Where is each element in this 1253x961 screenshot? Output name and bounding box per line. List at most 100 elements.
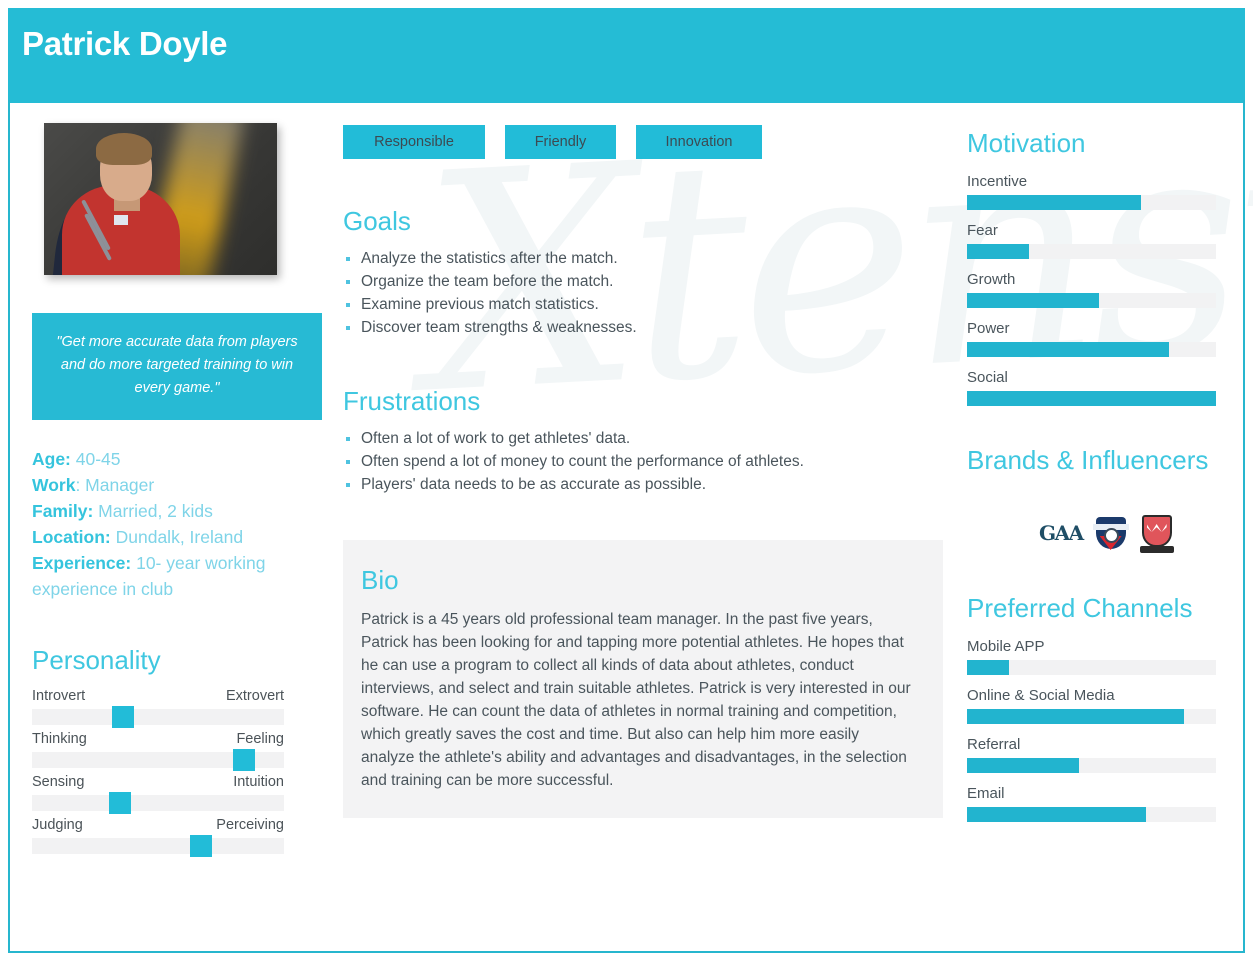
motivation-track-incentive	[967, 195, 1216, 210]
card-border-bottom	[8, 951, 1245, 953]
trait-tag-responsible[interactable]: Responsible	[343, 125, 485, 159]
slider-thumb-3[interactable]	[189, 835, 212, 857]
trait-tag-innovation[interactable]: Innovation	[636, 125, 762, 159]
fact-location-value: Dundalk, Ireland	[110, 527, 244, 547]
fact-work-value: : Manager	[75, 475, 155, 495]
personality-title: Personality	[32, 645, 161, 675]
motivation-label-social: Social	[967, 369, 1008, 386]
slider-track-1[interactable]	[32, 749, 284, 771]
motivation-label-fear: Fear	[967, 222, 998, 239]
channel-bar-mobile-app	[967, 660, 1010, 675]
persona-facts: Age: 40-45 Work: Manager Family: Married…	[32, 446, 322, 602]
slider-track-0[interactable]	[32, 706, 284, 728]
channel-track-referral	[967, 758, 1216, 773]
slider-thumb-2[interactable]	[109, 792, 132, 814]
list-item: Often spend a lot of money to count the …	[343, 450, 943, 473]
bio-text: Patrick is a 45 years old professional t…	[361, 611, 911, 789]
fact-work-key: Work	[32, 475, 76, 495]
bio-title: Bio	[361, 565, 399, 595]
fact-location: Location: Dundalk, Ireland	[32, 524, 322, 550]
slider-label-right-0: Extrovert	[225, 688, 284, 704]
persona-card: Xtensio Patrick Doyle "Get more accurate…	[0, 0, 1253, 961]
motivation-track-social	[967, 391, 1216, 406]
channel-label-mobile-app: Mobile APP	[967, 638, 1045, 655]
page-title: Patrick Doyle	[22, 25, 228, 62]
motivation-bar-incentive	[967, 195, 1142, 210]
personality-slider-sensing-intuition: Sensing Intuition	[32, 774, 284, 814]
middle-column: Responsible Friendly Innovation Goals An…	[343, 125, 943, 818]
club-crest-logo-icon	[1090, 512, 1131, 554]
list-item: Examine previous match statistics.	[343, 293, 943, 316]
channel-track-email	[967, 807, 1216, 822]
personality-slider-introvert-extrovert: Introvert Extrovert	[32, 688, 284, 728]
frustrations-section: Frustrations Often a lot of work to get …	[343, 383, 943, 496]
motivation-label-growth: Growth	[967, 271, 1016, 288]
brands-title: Brands & Influencers	[967, 445, 1209, 475]
persona-quote: "Get more accurate data from players and…	[32, 313, 322, 420]
list-item: Analyze the statistics after the match.	[343, 247, 943, 270]
brand-logos: GAA	[967, 512, 1219, 554]
left-column: "Get more accurate data from players and…	[32, 123, 322, 857]
fact-experience-key: Experience:	[32, 553, 132, 573]
fact-location-key: Location:	[32, 527, 111, 547]
goals-title: Goals	[343, 206, 411, 236]
photo-hair	[96, 133, 152, 165]
slider-track-2[interactable]	[32, 792, 284, 814]
persona-body: "Get more accurate data from players and…	[10, 103, 1243, 953]
channel-track-online-social	[967, 709, 1216, 724]
fact-family-value: Married, 2 kids	[93, 501, 213, 521]
slider-track-3[interactable]	[32, 835, 284, 857]
motivation-section: Motivation Incentive Fear Growth Power S…	[967, 125, 1219, 406]
motivation-title: Motivation	[967, 128, 1086, 158]
personality-section: Personality Introvert Extrovert Thinking…	[32, 642, 284, 857]
slider-label-left-1: Thinking	[32, 731, 87, 747]
channel-bar-email	[967, 807, 1147, 822]
list-item: Often a lot of work to get athletes' dat…	[343, 427, 943, 450]
motivation-track-fear	[967, 244, 1216, 259]
bio-section: Bio Patrick is a 45 years old profession…	[343, 540, 943, 818]
slider-label-right-2: Intuition	[233, 774, 284, 790]
channels-title: Preferred Channels	[967, 593, 1193, 623]
slider-thumb-1[interactable]	[232, 749, 255, 771]
list-item: Players' data needs to be as accurate as…	[343, 473, 943, 496]
motivation-track-growth	[967, 293, 1216, 308]
personality-slider-thinking-feeling: Thinking Feeling	[32, 731, 284, 771]
motivation-label-power: Power	[967, 320, 1010, 337]
brands-section: Brands & Influencers GAA	[967, 442, 1219, 554]
slider-label-right-1: Feeling	[236, 731, 284, 747]
frustrations-title: Frustrations	[343, 386, 481, 416]
fact-experience: Experience: 10- year working experience …	[32, 550, 322, 602]
frustrations-list: Often a lot of work to get athletes' dat…	[343, 427, 943, 496]
slider-label-right-3: Perceiving	[216, 817, 284, 833]
goals-section: Goals Analyze the statistics after the m…	[343, 203, 943, 339]
channel-label-referral: Referral	[967, 736, 1021, 753]
channel-bar-referral	[967, 758, 1080, 773]
fact-age: Age: 40-45	[32, 446, 322, 472]
list-item: Discover team strengths & weaknesses.	[343, 316, 943, 339]
fact-work: Work: Manager	[32, 472, 322, 498]
slider-thumb-0[interactable]	[111, 706, 134, 728]
motivation-bar-growth	[967, 293, 1099, 308]
motivation-bar-power	[967, 342, 1169, 357]
motivation-bar-fear	[967, 244, 1030, 259]
motivation-label-incentive: Incentive	[967, 173, 1028, 190]
fact-age-key: Age:	[32, 449, 71, 469]
slider-label-left-3: Judging	[32, 817, 83, 833]
card-border-left	[8, 100, 10, 953]
channel-label-email: Email	[967, 785, 1005, 802]
channel-label-online-social: Online & Social Media	[967, 687, 1115, 704]
channel-track-mobile-app	[967, 660, 1216, 675]
slider-label-left-0: Introvert	[32, 688, 86, 704]
gaa-logo-icon: GAA	[1039, 521, 1084, 545]
channel-bar-online-social	[967, 709, 1184, 724]
fact-family-key: Family:	[32, 501, 94, 521]
photo-badge	[114, 215, 128, 225]
channels-section: Preferred Channels Mobile APP Online & S…	[967, 590, 1219, 822]
motivation-bar-social	[967, 391, 1216, 406]
persona-photo	[44, 123, 277, 275]
goals-list: Analyze the statistics after the match. …	[343, 247, 943, 339]
right-column: Motivation Incentive Fear Growth Power S…	[967, 125, 1219, 822]
trait-tag-friendly[interactable]: Friendly	[505, 125, 616, 159]
dundalk-crest-logo-icon	[1139, 512, 1175, 554]
motivation-track-power	[967, 342, 1216, 357]
